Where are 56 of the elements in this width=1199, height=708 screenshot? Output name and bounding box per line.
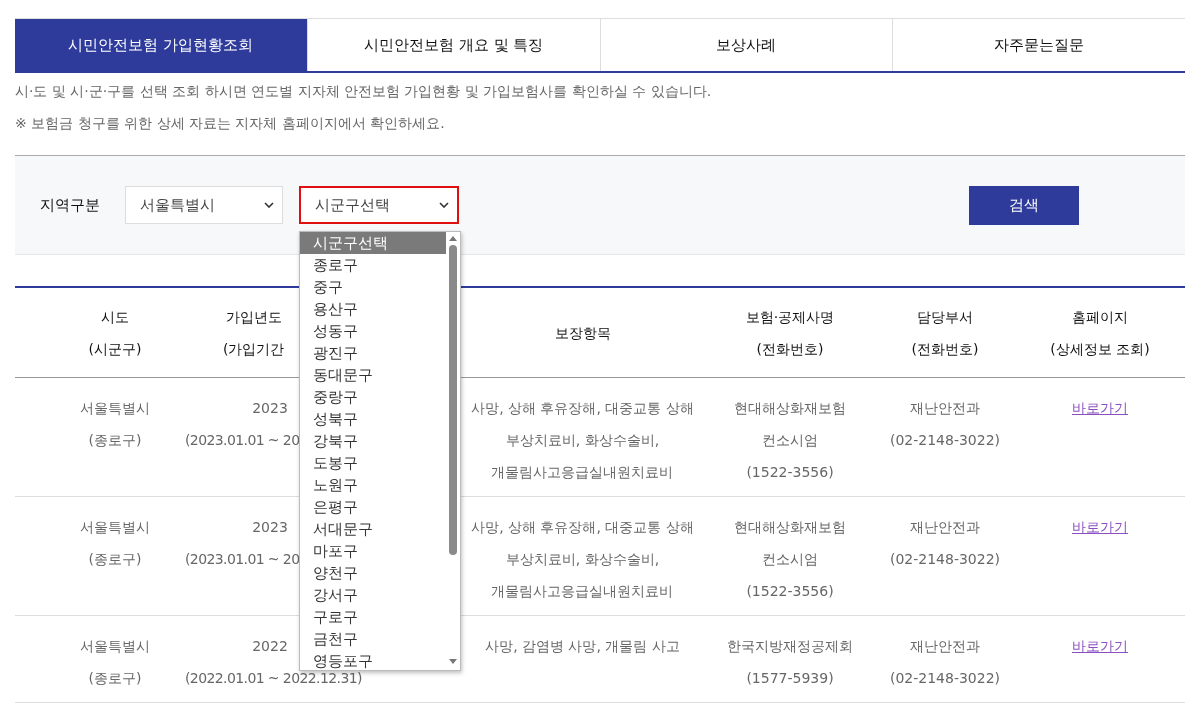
scroll-down-icon[interactable] <box>449 659 457 664</box>
table-cell-text: 서울특별시 (종로구) <box>80 399 150 450</box>
table-cell-text: (2022.01.01 ~ 2022.12.31) <box>185 669 362 688</box>
chevron-icon <box>439 202 449 208</box>
column-header: 보험·공제사명 (전화번호) <box>745 307 835 359</box>
dropdown-option[interactable]: 마포구 <box>300 540 446 562</box>
dropdown-option[interactable]: 노원구 <box>300 474 446 496</box>
table-cell-text: 사망, 상해 후유장해, 대중교통 상해 부상치료비, 화상수술비, 개물림사고응급실내원치료비 <box>471 518 694 601</box>
dropdown-option[interactable]: 시군구선택 <box>300 232 446 254</box>
dropdown-option[interactable]: 은평구 <box>300 496 446 518</box>
table-cell-text: (2023.01.01 ~ 20 <box>185 431 300 450</box>
tab[interactable]: 시민안전보험 가입현황조회 <box>15 19 307 71</box>
table-cell-text: 사망, 감염병 사망, 개물림 사고 <box>485 637 680 656</box>
district-select[interactable]: 시군구선택 <box>299 186 459 224</box>
dropdown-option[interactable]: 금천구 <box>300 628 446 650</box>
table-cell-text: 사망, 상해 후유장해, 대중교통 상해 부상치료비, 화상수술비, 개물림사고응급실내원치료비 <box>471 399 694 482</box>
column-header: 보장항목 <box>554 323 611 343</box>
dropdown-option[interactable]: 중구 <box>300 276 446 298</box>
dropdown-option[interactable]: 강서구 <box>300 584 446 606</box>
table-cell-text: 서울특별시 (종로구) <box>80 637 150 688</box>
table-cell-text: (2023.01.01 ~ 20 <box>185 550 300 569</box>
dropdown-option[interactable]: 강북구 <box>300 430 446 452</box>
table-cell-text: 현대해상화재보험 컨소시엄 (1522-3556) <box>734 399 846 482</box>
column-header: 담당부서 (전화번호) <box>911 307 979 359</box>
scroll-up-icon[interactable] <box>449 236 457 241</box>
column-header: 시도 (시군구) <box>88 307 142 359</box>
column-header: 홈페이지 (상세정보 조회) <box>1050 307 1150 359</box>
table-cell-text: 재난안전과 (02-2148-3022) <box>889 637 1001 688</box>
info-text: ※ 보험금 청구를 위한 상세 자료는 지자체 홈페이지에서 확인하세요. <box>15 114 446 133</box>
table-cell-text: 재난안전과 (02-2148-3022) <box>889 518 1001 569</box>
info-text: 시·도 및 시·군·구를 선택 조회 하시면 연도별 지자체 안전보험 가입현황 및 가입보험사를 확인하실 수 있습니다. <box>15 82 713 101</box>
table-cell-text: 재난안전과 (02-2148-3022) <box>889 399 1001 450</box>
dropdown-option[interactable]: 구로구 <box>300 606 446 628</box>
dropdown-option[interactable]: 광진구 <box>300 342 446 364</box>
search-button[interactable]: 검색 <box>969 185 1079 225</box>
homepage-link[interactable]: 바로가기 <box>1072 511 1128 543</box>
dropdown-option[interactable]: 도봉구 <box>300 452 446 474</box>
table-cell-text: 현대해상화재보험 컨소시엄 (1522-3556) <box>734 518 846 601</box>
homepage-link[interactable]: 바로가기 <box>1072 392 1128 424</box>
dropdown-option[interactable]: 영등포구 <box>300 650 446 672</box>
dropdown-option[interactable]: 서대문구 <box>300 518 446 540</box>
dropdown-option[interactable]: 양천구 <box>300 562 446 584</box>
chevron-icon <box>264 202 274 208</box>
homepage-link[interactable]: 바로가기 <box>1072 630 1128 662</box>
dropdown-option[interactable]: 종로구 <box>300 254 446 276</box>
column-header: 가입년도 (가입기간 <box>223 307 285 359</box>
dropdown-option[interactable]: 성북구 <box>300 408 446 430</box>
dropdown-option[interactable]: 중랑구 <box>300 386 446 408</box>
table-cell-text: 서울특별시 (종로구) <box>80 518 150 569</box>
region-select[interactable]: 서울특별시 <box>125 186 283 224</box>
table-cell-text: 한국지방재정공제회 (1577-5939) <box>727 637 853 688</box>
dropdown-option[interactable]: 용산구 <box>300 298 446 320</box>
scroll-thumb[interactable] <box>449 245 457 555</box>
dropdown-option[interactable]: 성동구 <box>300 320 446 342</box>
region-label: 지역구분 <box>40 195 101 215</box>
dropdown-option[interactable]: 동대문구 <box>300 364 446 386</box>
